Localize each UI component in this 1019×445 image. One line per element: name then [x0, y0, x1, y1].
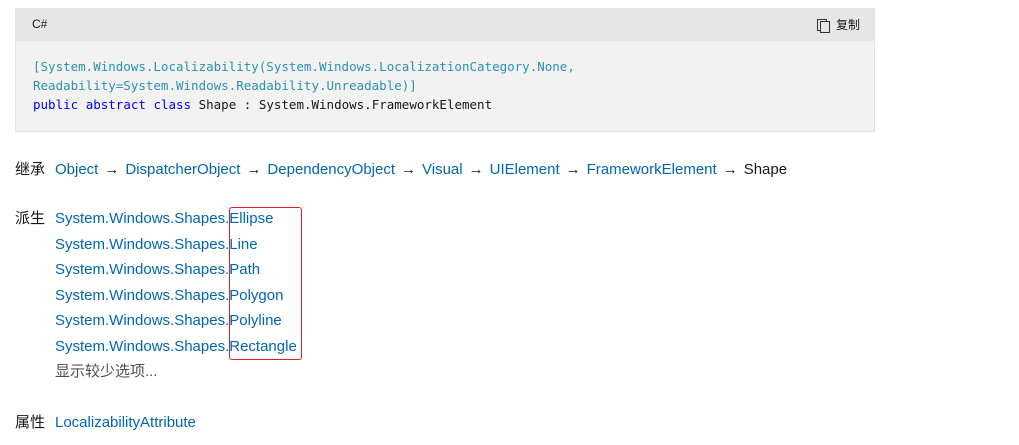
arrow: → [468, 161, 484, 178]
derived-namespace: System.Windows.Shapes. [55, 287, 230, 304]
show-less-toggle[interactable]: 显示较少选项... [55, 362, 158, 382]
code-block: C# 复制 [System.Windows.Localizability(Sys… [15, 8, 875, 132]
code-line-2: Readability=System.Windows.Readability.U… [33, 78, 417, 93]
inherit-link-visual[interactable]: Visual [422, 161, 463, 178]
derived-namespace: System.Windows.Shapes. [55, 210, 230, 227]
copy-icon [816, 18, 830, 33]
arrow: → [722, 161, 738, 178]
arrow: → [246, 161, 262, 178]
attribute-link-localizability[interactable]: LocalizabilityAttribute [55, 414, 196, 431]
keyword-abstract: abstract [85, 97, 146, 112]
inherit-link-dependencyobject[interactable]: DependencyObject [267, 161, 395, 178]
derived-section: 派生 System.Windows.Shapes.Ellipse System.… [15, 209, 415, 389]
code-line-3-rest: Shape : System.Windows.FrameworkElement [198, 97, 493, 112]
inherit-link-object[interactable]: Object [55, 161, 98, 178]
arrow: → [401, 161, 417, 178]
derived-namespace: System.Windows.Shapes. [55, 261, 230, 278]
derived-label: 派生 [15, 210, 46, 227]
code-content: [System.Windows.Localizability(System.Wi… [33, 57, 575, 114]
inherit-current-shape: Shape [743, 161, 788, 178]
keyword-public: public [33, 97, 79, 112]
highlight-box [229, 207, 302, 360]
copy-label: 复制 [835, 18, 860, 32]
derived-namespace: System.Windows.Shapes. [55, 312, 230, 329]
inheritance-label: 继承 [15, 161, 46, 178]
attributes-list: LocalizabilityAttribute [55, 413, 196, 433]
arrow: → [104, 161, 120, 178]
inherit-link-dispatcherobject[interactable]: DispatcherObject [125, 161, 240, 178]
inherit-link-frameworkelement[interactable]: FrameworkElement [587, 161, 717, 178]
derived-namespace: System.Windows.Shapes. [55, 236, 230, 253]
arrow: → [565, 161, 581, 178]
derived-link-line[interactable]: System.Windows.Shapes.Line [55, 235, 258, 255]
inherit-link-uielement[interactable]: UIElement [490, 161, 560, 178]
attributes-label: 属性 [15, 414, 46, 431]
code-header: C# 复制 [16, 9, 874, 41]
keyword-class: class [153, 97, 192, 112]
inheritance-chain: Object → DispatcherObject → DependencyObject… [55, 160, 787, 180]
code-language-label: C# [32, 17, 48, 31]
copy-button[interactable]: 复制 [816, 16, 860, 33]
code-line-1: [System.Windows.Localizability(System.Wi… [33, 59, 575, 74]
derived-namespace: System.Windows.Shapes. [55, 338, 230, 355]
